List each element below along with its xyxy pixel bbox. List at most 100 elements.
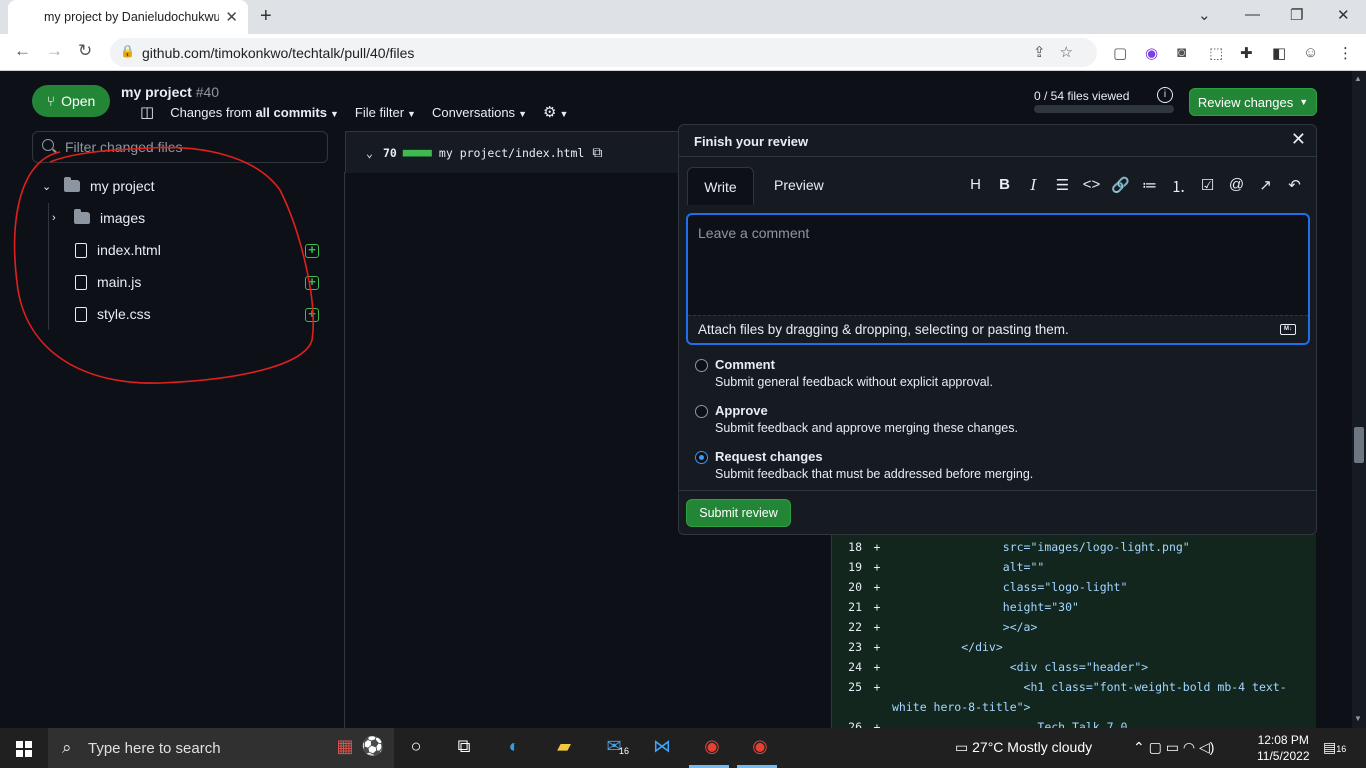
attach-files-bar[interactable]: Attach files by dragging & dropping, sel… bbox=[688, 315, 1308, 343]
tray-icons[interactable]: ⌃ ▢ ▭ ◠ ◁) bbox=[1133, 739, 1214, 756]
widget-icon[interactable]: ▦ bbox=[332, 736, 358, 760]
code-icon[interactable]: <> bbox=[1077, 176, 1106, 197]
diff-sign: + bbox=[873, 600, 881, 614]
browser-tab[interactable]: my project by Danieludochukwu ✕ bbox=[8, 0, 248, 34]
tab-search-icon[interactable]: ⌄ bbox=[1198, 6, 1211, 24]
markdown-icon[interactable]: M↓ bbox=[1280, 324, 1296, 335]
bullet-list-icon[interactable]: ≔ bbox=[1135, 176, 1164, 197]
scroll-thumb[interactable] bbox=[1354, 427, 1364, 463]
file-filter-dropdown[interactable]: File filter ▼ bbox=[355, 105, 416, 120]
reload-icon[interactable]: ↻ bbox=[78, 41, 92, 61]
url-text: github.com/timokonkwo/techtalk/pull/40/f… bbox=[142, 44, 415, 61]
code-line: 19 + alt="" bbox=[832, 557, 1044, 577]
line-number[interactable]: 25 bbox=[832, 680, 862, 694]
line-number[interactable]: 23 bbox=[832, 640, 862, 654]
taskbar-clock[interactable]: 12:08 PM 11/5/2022 bbox=[1257, 732, 1310, 764]
close-icon[interactable]: ✕ bbox=[1291, 129, 1306, 150]
mention-icon[interactable]: @ bbox=[1222, 176, 1251, 197]
notification-icon[interactable]: ▤16 bbox=[1323, 739, 1346, 756]
divider bbox=[679, 490, 1316, 491]
tab-preview[interactable]: Preview bbox=[774, 177, 824, 193]
changes-from-dropdown[interactable]: Changes from all commits ▼ bbox=[170, 105, 339, 120]
file-explorer-icon[interactable]: ▰ bbox=[551, 736, 577, 760]
restore-icon[interactable]: ❐ bbox=[1290, 6, 1303, 24]
diff-file-path[interactable]: my project/index.html bbox=[439, 146, 584, 160]
url-bar[interactable]: 🔒 github.com/timokonkwo/techtalk/pull/40… bbox=[110, 38, 1097, 67]
tab-close-icon[interactable]: ✕ bbox=[225, 8, 238, 26]
link-icon[interactable]: 🔗 bbox=[1106, 176, 1135, 197]
line-number[interactable]: 22 bbox=[832, 620, 862, 634]
caret-down-icon: ▼ bbox=[518, 108, 527, 119]
chrome-icon[interactable]: ◉ bbox=[699, 736, 725, 760]
soccer-icon[interactable]: ⚽ bbox=[360, 736, 386, 760]
camera-extension-icon[interactable]: ◙ bbox=[1177, 44, 1186, 61]
extension-box-icon[interactable]: ⬚ bbox=[1209, 44, 1223, 62]
settings-gear-icon[interactable]: ⚙ ▼ bbox=[543, 103, 568, 121]
lock-icon[interactable]: 🔒 bbox=[120, 44, 135, 58]
bold-icon[interactable]: B bbox=[990, 176, 1019, 197]
numbered-list-icon[interactable]: ⒈ bbox=[1164, 176, 1193, 197]
forward-icon[interactable]: → bbox=[46, 41, 63, 61]
submit-review-button[interactable]: Submit review bbox=[686, 499, 791, 527]
extension-icon[interactable]: ▢ bbox=[1113, 44, 1127, 62]
comment-textarea[interactable] bbox=[688, 215, 1308, 313]
windows-start-icon[interactable] bbox=[16, 741, 32, 757]
code-text: ></a> bbox=[892, 620, 1038, 634]
mail-icon[interactable]: ✉ 16 bbox=[601, 736, 629, 760]
line-number[interactable]: 20 bbox=[832, 580, 862, 594]
weather-widget[interactable]: ▭ 27°C Mostly cloudy bbox=[955, 739, 1092, 756]
scroll-down-icon[interactable]: ▼ bbox=[1354, 714, 1362, 723]
collapse-chevron-icon[interactable]: ⌄ bbox=[366, 146, 373, 160]
extension-color-icon[interactable]: ◉ bbox=[1145, 44, 1158, 62]
vscode-icon[interactable]: ⋈ bbox=[649, 736, 675, 760]
task-view-icon[interactable]: ⧉ bbox=[451, 736, 477, 760]
share-bookmark-icons[interactable]: ⇪☆ bbox=[1033, 43, 1087, 61]
minimize-icon[interactable]: — bbox=[1245, 6, 1260, 23]
code-text: alt="" bbox=[892, 560, 1045, 574]
review-changes-button[interactable]: Review changes ▼ bbox=[1189, 88, 1317, 116]
puzzle-icon[interactable]: ✚ bbox=[1240, 44, 1253, 62]
reference-icon[interactable]: ↗ bbox=[1251, 176, 1280, 197]
tab-write[interactable]: Write bbox=[687, 167, 754, 205]
line-number[interactable]: 26 bbox=[832, 720, 862, 728]
code-text: white hero-8-title"> bbox=[892, 700, 1031, 714]
close-window-icon[interactable]: ✕ bbox=[1337, 6, 1350, 24]
caret-down-icon: ▼ bbox=[407, 108, 416, 119]
profile-avatar[interactable]: ☺ bbox=[1303, 44, 1318, 61]
task-list-icon[interactable]: ☑ bbox=[1193, 176, 1222, 197]
edge-icon[interactable]: ◐ bbox=[501, 736, 527, 760]
line-number[interactable]: 24 bbox=[832, 660, 862, 674]
back-icon[interactable]: ← bbox=[14, 41, 31, 61]
chrome-profile-icon[interactable]: ◉ bbox=[747, 736, 773, 760]
info-icon[interactable]: i bbox=[1157, 87, 1173, 103]
pr-title[interactable]: my project #40 bbox=[121, 84, 219, 100]
copy-icon[interactable]: ⧉ bbox=[592, 145, 602, 161]
windows-taskbar: ⌕ Type here to search ▦ ⚽ ○ ⧉ ◐ ▰ ✉ 16 ⋈ … bbox=[0, 728, 1366, 768]
code-diff: 18 + src="images/logo-light.png" 19 + alt="… bbox=[831, 534, 1316, 728]
diff-sign: + bbox=[873, 580, 881, 594]
heading-icon[interactable]: H bbox=[961, 176, 990, 197]
conversations-dropdown[interactable]: Conversations ▼ bbox=[432, 105, 527, 120]
side-panel-icon[interactable]: ◧ bbox=[1272, 44, 1286, 62]
code-line: 18 + src="images/logo-light.png" bbox=[832, 537, 1190, 557]
toggle-sidebar-icon[interactable]: ◫ bbox=[140, 103, 154, 121]
cortana-icon[interactable]: ○ bbox=[403, 736, 429, 760]
code-line: 21 + height="30" bbox=[832, 597, 1079, 617]
new-tab-icon[interactable]: + bbox=[260, 5, 272, 28]
tab-title: my project by Danieludochukwu bbox=[44, 10, 220, 24]
files-viewed-progress bbox=[1034, 105, 1174, 113]
line-number[interactable]: 21 bbox=[832, 600, 862, 614]
line-number[interactable]: 19 bbox=[832, 560, 862, 574]
page-scrollbar[interactable] bbox=[1352, 71, 1366, 728]
line-number[interactable]: 18 bbox=[832, 540, 862, 554]
undo-icon[interactable]: ↶ bbox=[1280, 176, 1309, 197]
browser-menu-icon[interactable]: ⋮ bbox=[1338, 44, 1353, 62]
diff-sign: + bbox=[873, 620, 881, 634]
quote-icon[interactable]: ☰ bbox=[1048, 176, 1077, 197]
diff-sign: + bbox=[873, 660, 881, 674]
radio-approve[interactable] bbox=[695, 405, 708, 418]
italic-icon[interactable]: I bbox=[1019, 176, 1048, 197]
radio-comment[interactable] bbox=[695, 359, 708, 372]
radio-request-changes[interactable] bbox=[695, 451, 708, 464]
scroll-up-icon[interactable]: ▲ bbox=[1354, 74, 1362, 83]
